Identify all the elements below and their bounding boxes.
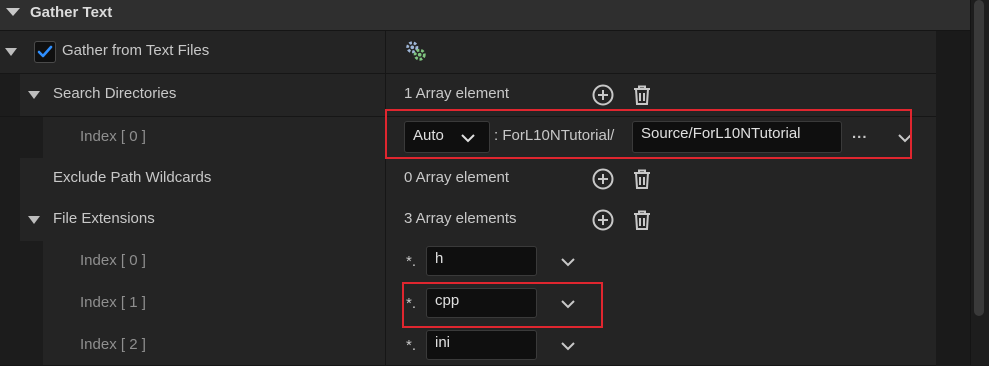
checkmark-icon — [37, 45, 53, 58]
row-exclude-path-wildcards: Exclude Path Wildcards 0 Array element — [0, 158, 936, 201]
extension-prefix: *. — [406, 337, 417, 354]
index-label: Index [ 0 ] — [80, 252, 146, 269]
search-directories-count: 1 Array element — [404, 85, 510, 102]
expand-arrow-icon[interactable] — [5, 48, 17, 56]
details-panel: Gather Text Gather from Text Files Searc… — [0, 0, 989, 366]
extension-input[interactable]: ini — [426, 330, 537, 360]
trash-icon[interactable] — [630, 208, 654, 232]
search-directories-label: Search Directories — [53, 85, 177, 102]
add-element-icon[interactable] — [591, 208, 615, 232]
gather-from-text-files-checkbox[interactable] — [34, 41, 56, 63]
add-element-icon[interactable] — [591, 167, 615, 191]
gather-from-text-files-label: Gather from Text Files — [62, 42, 210, 59]
highlight-box-cpp-extension — [402, 282, 603, 328]
file-extensions-count: 3 Array elements — [404, 210, 517, 227]
highlight-box-search-directory — [385, 109, 912, 159]
extension-prefix: *. — [406, 253, 417, 270]
file-extensions-label: File Extensions — [53, 210, 155, 227]
trash-icon[interactable] — [630, 167, 654, 191]
row-file-extension-index-2: Index [ 2 ] *. ini — [0, 325, 936, 366]
expand-arrow-icon[interactable] — [28, 91, 40, 99]
exclude-path-wildcards-count: 0 Array element — [404, 169, 510, 186]
expand-chevron-icon[interactable] — [561, 341, 575, 351]
exclude-path-wildcards-label: Exclude Path Wildcards — [53, 169, 212, 186]
section-header-gather-text[interactable]: Gather Text — [0, 0, 970, 31]
add-element-icon[interactable] — [591, 83, 615, 107]
row-file-extensions: File Extensions 3 Array elements — [0, 199, 936, 242]
expand-chevron-icon[interactable] — [561, 257, 575, 267]
collapse-chevron-icon[interactable] — [6, 8, 20, 16]
scrollbar-thumb[interactable] — [974, 0, 984, 316]
index-label: Index [ 1 ] — [80, 294, 146, 311]
index-label: Index [ 2 ] — [80, 336, 146, 353]
extension-input[interactable]: h — [426, 246, 537, 276]
trash-icon[interactable] — [630, 83, 654, 107]
settings-gear-icon[interactable] — [404, 39, 428, 63]
name-column: Gather from Text Files — [0, 31, 385, 73]
expand-arrow-icon[interactable] — [28, 216, 40, 224]
section-title: Gather Text — [30, 4, 113, 21]
index-label: Index [ 0 ] — [80, 128, 146, 145]
row-gather-from-text-files: Gather from Text Files — [0, 31, 936, 74]
value-column — [386, 31, 936, 73]
row-file-extension-index-0: Index [ 0 ] *. h — [0, 241, 936, 284]
